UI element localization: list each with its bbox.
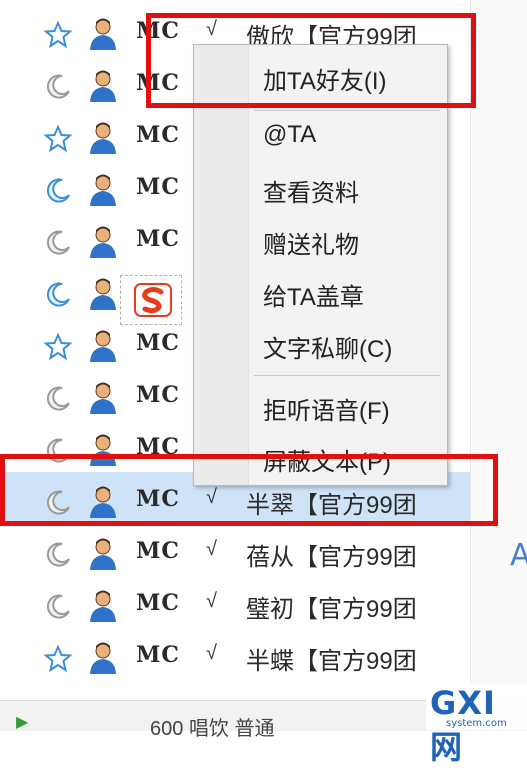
user-avatar-icon [90,590,116,622]
member-level-badge: MC [136,538,180,564]
moon-status-icon [46,74,70,99]
user-avatar-icon [90,226,116,258]
user-avatar-icon [90,278,116,310]
moon-status-icon [46,594,70,619]
menu-item-private-chat[interactable]: 文字私聊(C) [263,329,392,364]
star-status-icon [44,21,72,49]
context-menu: 加TA好友(I) @TA 查看资料 赠送礼物 给TA盖章 文字私聊(C) 拒听语… [193,44,448,486]
highlight-box-selected-member [0,454,498,526]
menu-item-at-ta[interactable]: @TA [263,121,316,149]
member-level-badge: MC [136,642,180,668]
sogou-ime-icon [134,283,172,317]
member-row[interactable]: MC √ 蓓从【官方99团 [0,524,470,576]
moon-status-icon [46,386,70,411]
member-check-mark: √ [206,642,217,664]
menu-item-reject-voice[interactable]: 拒听语音(F) [263,391,390,426]
user-avatar-icon [90,18,116,50]
expand-arrow-icon[interactable]: ▶ [16,712,28,732]
member-check-mark: √ [206,590,217,612]
member-name: 蓓从【官方99团 [246,544,417,571]
menu-separator [254,110,440,111]
menu-item-view-profile[interactable]: 查看资料 [263,173,359,208]
member-level-badge: MC [136,122,180,148]
member-name: 璧初【官方99团 [246,596,417,623]
member-check-mark: √ [206,538,217,560]
menu-item-send-gift[interactable]: 赠送礼物 [263,225,359,260]
bottom-bar-text: 600 唱饮 普通 [150,718,275,740]
moon-status-icon [46,282,70,307]
member-level-badge: MC [136,382,180,408]
member-name: 半蝶【官方99团 [246,648,417,675]
moon-status-icon [46,178,70,203]
member-level-badge: MC [136,174,180,200]
user-avatar-icon [90,382,116,414]
moon-status-icon [46,542,70,567]
member-row[interactable]: MC √ 璧初【官方99团 [0,576,470,628]
member-level-badge: MC [136,330,180,356]
menu-icon-gutter [194,45,249,485]
user-avatar-icon [90,174,116,206]
member-level-badge: MC [136,590,180,616]
user-avatar-icon [90,70,116,102]
highlight-box-add-friend [146,13,476,108]
member-level-badge: MC [136,226,180,252]
watermark-subtext: system.com [446,718,507,729]
menu-item-stamp[interactable]: 给TA盖章 [263,277,364,312]
right-panel [470,0,527,700]
user-avatar-icon [90,642,116,674]
user-avatar-icon [90,122,116,154]
menu-separator [254,375,440,376]
edge-glyph: A [510,538,527,573]
moon-status-icon [46,230,70,255]
user-avatar-icon [90,330,116,362]
star-status-icon [44,125,72,153]
member-row[interactable]: MC √ 半蝶【官方99团 [0,628,470,680]
star-status-icon [44,645,72,673]
user-avatar-icon [90,538,116,570]
star-status-icon [44,333,72,361]
